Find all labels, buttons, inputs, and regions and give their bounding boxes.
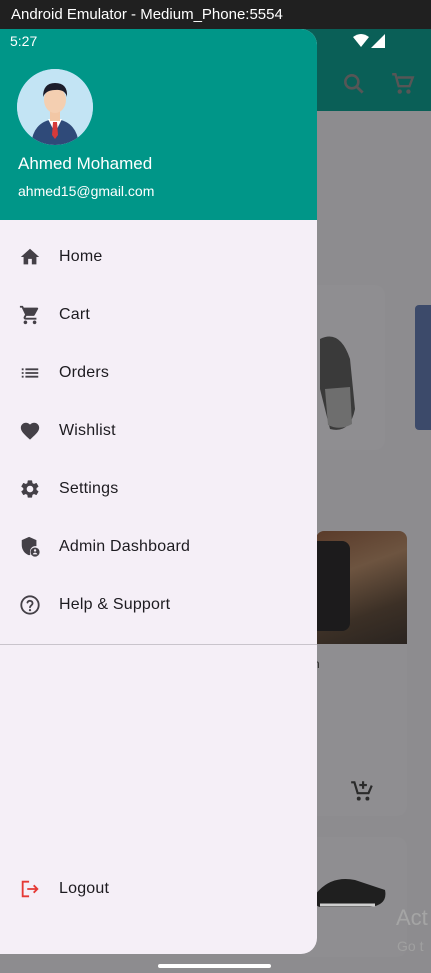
menu-item-orders[interactable]: Orders [0,344,317,402]
menu-item-cart[interactable]: Cart [0,286,317,344]
logout-button[interactable]: Logout [0,860,317,918]
menu-item-label: Admin Dashboard [59,538,191,555]
user-name: Ahmed Mohamed [18,154,153,173]
list-icon [18,361,42,385]
menu-item-label: Settings [59,480,119,497]
wifi-icon [353,34,369,47]
shoe-image [320,336,355,430]
drawer-header: Ahmed Mohamed ahmed15@gmail.com [0,29,317,220]
activate-windows-subtitle: Go t [397,938,424,954]
product-card-edge [415,305,431,430]
heart-icon [18,419,42,443]
logout-label: Logout [59,880,110,897]
phone-screen: n Act Go t 5:27 [0,29,431,973]
gear-icon [18,477,42,501]
menu-item-help-support[interactable]: Help & Support [0,576,317,634]
logout-icon [18,877,42,901]
menu-item-admin-dashboard[interactable]: Admin Dashboard [0,518,317,576]
menu-divider [0,644,317,645]
gesture-home-indicator[interactable] [158,964,271,968]
signal-icon [371,34,385,48]
admin-shield-icon [18,535,42,559]
help-icon [18,593,42,617]
navigation-drawer: Ahmed Mohamed ahmed15@gmail.com Home Car… [0,29,317,954]
add-to-cart-icon[interactable] [349,778,375,804]
menu-item-label: Orders [59,364,110,381]
cart-icon[interactable] [390,71,416,97]
status-icons [353,34,385,48]
menu-item-label: Help & Support [59,596,171,613]
activate-windows-title: Act [396,905,428,930]
menu-item-wishlist[interactable]: Wishlist [0,402,317,460]
emulator-title-bar: Android Emulator - Medium_Phone:5554 [0,0,431,29]
menu-item-settings[interactable]: Settings [0,460,317,518]
menu-item-home[interactable]: Home [0,228,317,286]
search-icon[interactable] [341,71,367,97]
user-email: ahmed15@gmail.com [18,183,155,199]
avatar[interactable] [17,69,93,145]
status-time: 5:27 [10,33,38,49]
cart-icon [18,303,42,327]
home-icon [18,245,42,269]
menu-item-label: Wishlist [59,422,116,439]
menu-item-label: Home [59,248,103,265]
menu-item-label: Cart [59,306,91,323]
user-avatar-icon [17,69,93,145]
emulator-title: Android Emulator - Medium_Phone:5554 [11,6,283,23]
sneaker-image [314,879,386,907]
watch-image [316,531,407,644]
